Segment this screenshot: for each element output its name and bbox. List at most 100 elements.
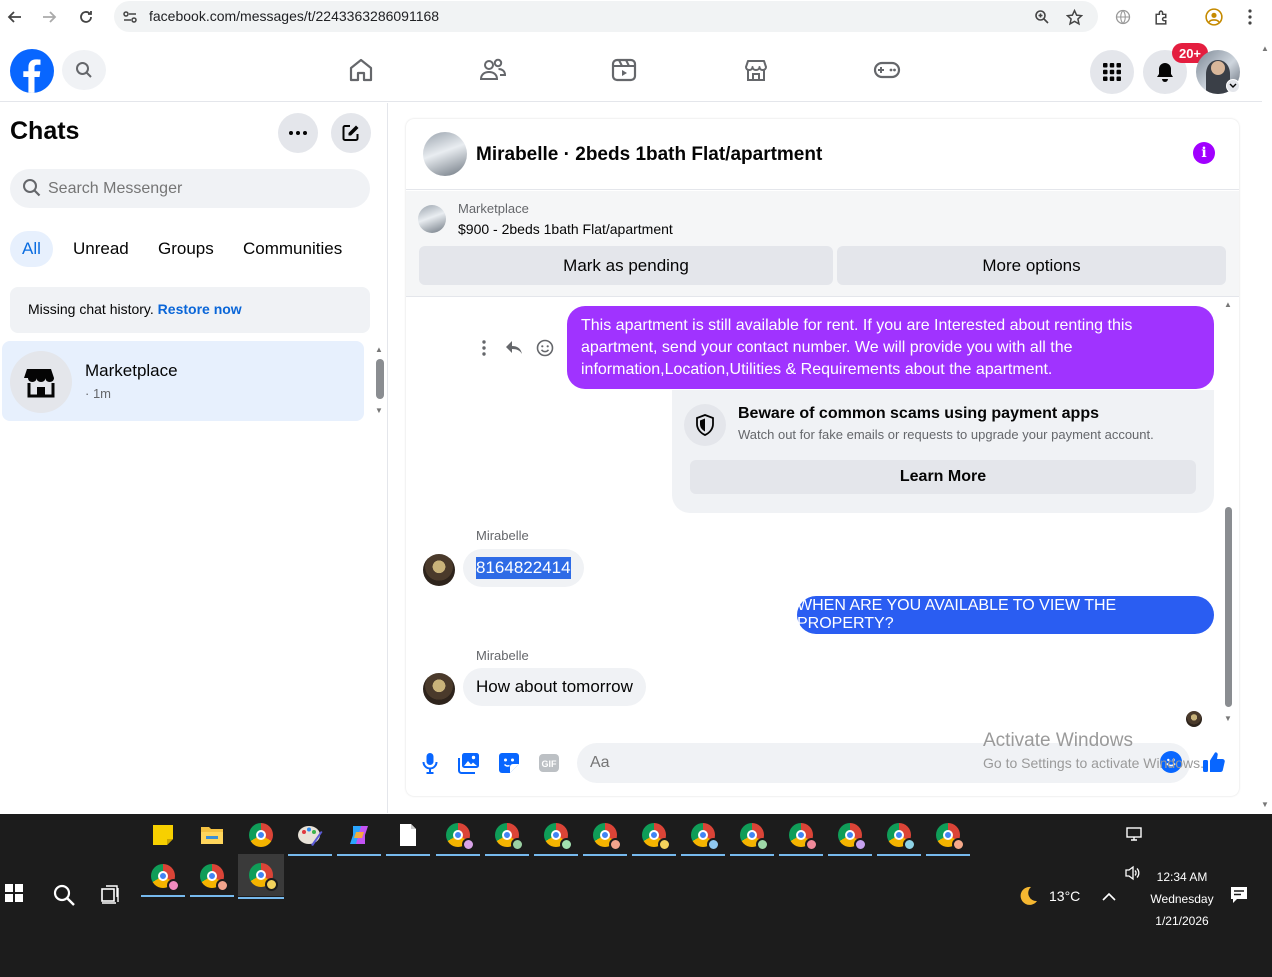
video-icon[interactable] — [594, 50, 654, 90]
chat-options-icon[interactable] — [278, 113, 318, 153]
conversation-title[interactable]: Mirabelle · 2beds 1bath Flat/apartment — [476, 144, 822, 166]
chrome-profile-icon-active[interactable] — [238, 854, 284, 899]
thread-scroll-down-arrow-icon[interactable]: ▼ — [1224, 714, 1232, 723]
filter-all[interactable]: All — [10, 231, 53, 267]
chrome-profile-icon[interactable] — [534, 817, 578, 856]
restore-now-link[interactable]: Restore now — [158, 301, 242, 317]
microphone-icon[interactable] — [418, 751, 442, 775]
friends-icon[interactable] — [463, 50, 523, 90]
chrome-profile-icon[interactable] — [828, 817, 872, 856]
photo-icon[interactable] — [457, 751, 481, 775]
outgoing-message[interactable]: This apartment is still available for re… — [567, 306, 1214, 389]
scroll-up-arrow-icon[interactable]: ▲ — [375, 345, 383, 354]
incoming-message[interactable]: How about tomorrow — [463, 668, 646, 706]
home-icon[interactable] — [331, 50, 391, 90]
address-bar[interactable]: facebook.com/messages/t/2243363286091168 — [114, 1, 1098, 32]
scam-warning-description: Watch out for fake emails or requests to… — [738, 427, 1154, 442]
new-message-icon[interactable] — [331, 113, 371, 153]
listing-thumbnail[interactable] — [418, 205, 446, 233]
network-desktop-icon[interactable] — [1125, 826, 1143, 847]
chrome-profile-icon[interactable] — [681, 817, 725, 856]
incoming-message[interactable]: 8164822414 — [463, 549, 584, 587]
chrome-menu-icon[interactable] — [1239, 6, 1261, 28]
conversation-info-icon[interactable]: i — [1193, 142, 1215, 164]
message-more-icon[interactable] — [474, 338, 494, 358]
chrome-profile-icon[interactable] — [779, 817, 823, 856]
listing-title[interactable]: $900 - 2beds 1bath Flat/apartment — [458, 221, 673, 237]
sender-avatar[interactable] — [423, 673, 455, 705]
copilot-icon[interactable] — [337, 817, 381, 856]
sticker-icon[interactable] — [497, 751, 521, 775]
notepad-icon[interactable] — [386, 817, 430, 856]
reply-icon[interactable] — [504, 338, 524, 358]
chrome-profile-icon[interactable] — [485, 817, 529, 856]
chrome-profile-icon[interactable] — [190, 858, 234, 897]
chrome-profile-icon[interactable] — [877, 817, 921, 856]
react-emoji-icon[interactable] — [535, 338, 555, 358]
active-indicator — [926, 854, 970, 856]
gaming-icon[interactable] — [857, 50, 917, 90]
active-indicator — [632, 854, 676, 856]
filter-unread[interactable]: Unread — [61, 231, 141, 267]
translate-globe-icon[interactable] — [1112, 6, 1134, 28]
system-clock[interactable]: 12:34 AM Wednesday 1/21/2026 — [1140, 866, 1224, 932]
marketplace-listing-bar: Marketplace $900 - 2beds 1bath Flat/apar… — [406, 191, 1239, 297]
paint-icon[interactable] — [288, 817, 332, 856]
learn-more-button[interactable]: Learn More — [690, 460, 1196, 494]
chrome-profile-icon[interactable] — [436, 817, 480, 856]
profile-icon[interactable] — [1203, 6, 1225, 28]
chrome-profile-icon[interactable] — [730, 817, 774, 856]
filter-groups[interactable]: Groups — [146, 231, 226, 267]
search-messenger-input[interactable] — [48, 169, 358, 208]
scroll-down-arrow-icon[interactable]: ▼ — [375, 406, 383, 415]
sidebar-scrollbar-thumb[interactable] — [376, 359, 384, 399]
forward-arrow-icon[interactable] — [38, 6, 60, 28]
reload-icon[interactable] — [75, 6, 97, 28]
facebook-search-icon[interactable] — [62, 50, 106, 90]
phone-number-text[interactable]: 8164822414 — [476, 557, 571, 579]
extensions-icon[interactable] — [1150, 6, 1172, 28]
windows-start-icon[interactable] — [3, 882, 25, 909]
chrome-profile-icon[interactable] — [583, 817, 627, 856]
page-scroll-up-arrow-icon[interactable]: ▲ — [1261, 44, 1269, 53]
active-indicator — [583, 854, 627, 856]
page-scroll-down-arrow-icon[interactable]: ▼ — [1261, 800, 1269, 809]
facebook-logo-icon[interactable] — [10, 49, 54, 93]
account-chevron-down-icon[interactable] — [1226, 79, 1240, 93]
thread-scroll-up-arrow-icon[interactable]: ▲ — [1224, 300, 1232, 309]
sticky-notes-icon[interactable] — [145, 817, 181, 853]
mark-as-pending-button[interactable]: Mark as pending — [419, 246, 833, 285]
thumbs-up-icon[interactable] — [1201, 749, 1227, 775]
conversation-avatar[interactable] — [423, 132, 467, 176]
chrome-profile-icon[interactable] — [141, 858, 185, 897]
marketplace-icon[interactable] — [726, 50, 786, 90]
chat-list-item[interactable]: Marketplace · 1m — [2, 341, 364, 421]
zoom-icon[interactable] — [1032, 7, 1052, 27]
back-arrow-icon[interactable] — [4, 6, 26, 28]
filter-communities[interactable]: Communities — [231, 231, 354, 267]
missing-chat-history-notice: Missing chat history. Restore now — [10, 287, 370, 333]
outgoing-message[interactable]: WHEN ARE YOU AVAILABLE TO VIEW THE PROPE… — [797, 596, 1214, 634]
search-messenger[interactable] — [10, 169, 370, 208]
file-explorer-icon[interactable] — [194, 817, 230, 853]
show-hidden-icons-chevron-up-icon[interactable] — [1101, 889, 1117, 907]
missing-history-text: Missing chat history. — [28, 301, 154, 317]
active-indicator — [436, 854, 480, 856]
gif-icon[interactable]: GIF — [537, 751, 561, 775]
chrome-profile-icon[interactable] — [632, 817, 676, 856]
menu-grid-icon[interactable] — [1090, 50, 1134, 94]
notification-center-icon[interactable] — [1230, 886, 1248, 909]
thread-scrollbar-thumb[interactable] — [1225, 507, 1232, 707]
search-icon[interactable] — [52, 883, 76, 912]
weather-temperature[interactable]: 13°C — [1049, 888, 1080, 904]
sender-avatar[interactable] — [423, 554, 455, 586]
chat-item-name: Marketplace — [85, 361, 178, 380]
chrome-icon[interactable] — [243, 817, 279, 853]
task-view-icon[interactable] — [101, 884, 121, 909]
site-settings-icon[interactable] — [120, 7, 140, 27]
active-indicator — [730, 854, 774, 856]
chrome-profile-icon[interactable] — [926, 817, 970, 856]
bookmark-star-icon[interactable] — [1064, 7, 1084, 27]
more-options-button[interactable]: More options — [837, 246, 1226, 285]
weather-moon-icon[interactable] — [1016, 884, 1040, 913]
